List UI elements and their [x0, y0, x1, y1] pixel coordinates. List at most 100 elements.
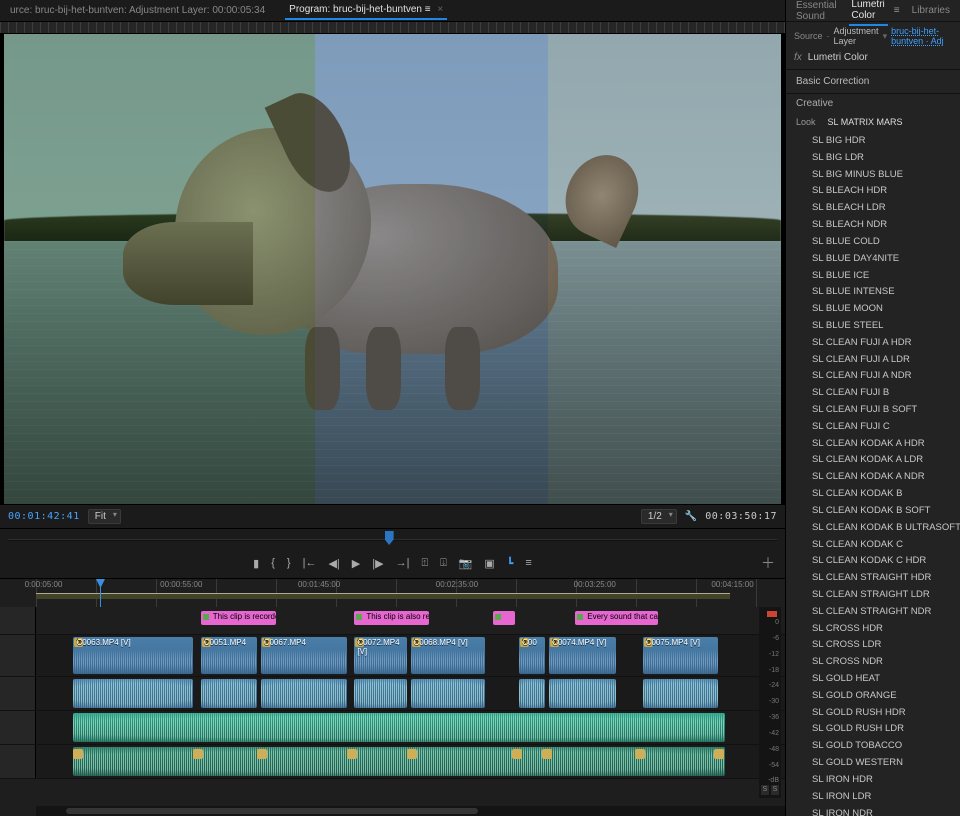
marker[interactable]: This clip is also rec	[354, 611, 429, 625]
lift-icon[interactable]: ⍐	[421, 557, 428, 570]
audio-clip[interactable]	[73, 747, 725, 776]
panel-menu-icon[interactable]: ≡	[425, 4, 431, 15]
program-monitor-canvas[interactable]	[4, 34, 781, 504]
look-selected-value[interactable]: SL MATRIX MARS	[828, 117, 903, 127]
look-item[interactable]: SL BLUE ICE	[806, 268, 960, 285]
zoom-dropdown[interactable]: Fit	[88, 509, 121, 524]
panel-menu-icon[interactable]: ≡	[894, 5, 900, 16]
a2-track-head[interactable]	[0, 711, 36, 744]
video-clip[interactable]: fxC00	[519, 637, 545, 674]
safe-margins-icon[interactable]: ┗	[507, 557, 514, 570]
look-item[interactable]: SL IRON NDR	[806, 806, 960, 816]
go-to-in-icon[interactable]: |←	[303, 557, 317, 569]
creative-section[interactable]: Creative	[786, 93, 960, 113]
video-clip[interactable]: fxC0072.MP4 [V]	[354, 637, 406, 674]
program-tab[interactable]: Program: bruc-bij-het-buntven ≡ ×	[285, 1, 447, 20]
video-clip[interactable]: fxC0075.MP4 [V]	[643, 637, 718, 674]
look-item[interactable]: SL BLUE INTENSE	[806, 284, 960, 301]
time-ruler[interactable]: 0:00:05:0000:00:55:0000:01:45:0000:02:35…	[0, 579, 785, 607]
look-item[interactable]: SL CLEAN KODAK A HDR	[806, 436, 960, 453]
look-item[interactable]: SL BIG LDR	[806, 150, 960, 167]
look-item[interactable]: SL GOLD TOBACCO	[806, 738, 960, 755]
look-item[interactable]: SL CLEAN KODAK A LDR	[806, 452, 960, 469]
look-item[interactable]: SL CROSS LDR	[806, 637, 960, 654]
look-item[interactable]: SL IRON LDR	[806, 789, 960, 806]
audio-clip[interactable]	[411, 679, 486, 708]
resolution-dropdown[interactable]: 1/2	[641, 509, 677, 524]
look-item[interactable]: SL CROSS HDR	[806, 621, 960, 638]
mark-in-button[interactable]: {	[271, 557, 275, 569]
a2-lane[interactable]	[36, 711, 785, 744]
monitor-scrubber[interactable]	[0, 528, 785, 548]
look-item[interactable]: SL GOLD RUSH LDR	[806, 721, 960, 738]
look-item[interactable]: SL CLEAN FUJI C	[806, 419, 960, 436]
timeline-scrollbar[interactable]	[36, 806, 785, 816]
look-item[interactable]: SL BLEACH HDR	[806, 183, 960, 200]
look-item[interactable]: SL GOLD RUSH HDR	[806, 705, 960, 722]
look-item[interactable]: SL CLEAN KODAK C HDR	[806, 553, 960, 570]
timeline-playhead[interactable]	[100, 579, 101, 607]
video-clip[interactable]: fxC0067.MP4	[261, 637, 347, 674]
audio-clip[interactable]	[549, 679, 616, 708]
look-item[interactable]: SL CLEAN STRAIGHT NDR	[806, 604, 960, 621]
audio-clip[interactable]	[354, 679, 406, 708]
a1-lane[interactable]	[36, 677, 785, 710]
sequence-link[interactable]: bruc-bij-het-buntven · Adj	[891, 26, 952, 46]
look-item[interactable]: SL BIG MINUS BLUE	[806, 167, 960, 184]
go-to-out-icon[interactable]: →|	[396, 557, 410, 569]
step-back-icon[interactable]: ◀|	[328, 557, 339, 570]
proxies-icon[interactable]: ≡	[525, 557, 531, 569]
mark-in-icon[interactable]: ▮	[253, 557, 259, 570]
look-item[interactable]: SL CLEAN FUJI B	[806, 385, 960, 402]
audio-clip[interactable]	[519, 679, 545, 708]
playhead-icon[interactable]	[385, 531, 394, 545]
look-item[interactable]: SL CLEAN KODAK B	[806, 486, 960, 503]
look-list[interactable]: SL BIG HDRSL BIG LDRSL BIG MINUS BLUESL …	[786, 131, 960, 816]
look-item[interactable]: SL BLEACH NDR	[806, 217, 960, 234]
audio-clip[interactable]	[73, 679, 193, 708]
look-item[interactable]: SL GOLD HEAT	[806, 671, 960, 688]
look-item[interactable]: SL CLEAN FUJI A HDR	[806, 335, 960, 352]
panel-tab-essential-sound[interactable]: Essential Sound	[794, 0, 839, 25]
video-clip[interactable]: fxC0068.MP4 [V]	[411, 637, 486, 674]
a1-track-head[interactable]	[0, 677, 36, 710]
audio-clip[interactable]	[73, 713, 725, 742]
video-clip[interactable]: fxC0051.MP4	[201, 637, 257, 674]
look-item[interactable]: SL BIG HDR	[806, 133, 960, 150]
v1-track-head[interactable]	[0, 635, 36, 676]
export-frame-icon[interactable]: 📷	[459, 557, 473, 570]
look-item[interactable]: SL CLEAN FUJI B SOFT	[806, 402, 960, 419]
playhead-timecode[interactable]: 00:01:42:41	[8, 511, 80, 522]
look-item[interactable]: SL CLEAN KODAK C	[806, 537, 960, 554]
solo-left[interactable]: S	[761, 785, 769, 795]
a3-track-head[interactable]	[0, 745, 36, 778]
look-item[interactable]: SL BLUE MOON	[806, 301, 960, 318]
work-area-bar[interactable]	[36, 593, 730, 599]
solo-right[interactable]: S	[771, 785, 779, 795]
look-item[interactable]: SL GOLD WESTERN	[806, 755, 960, 772]
panel-tab-libraries[interactable]: Libraries	[910, 2, 952, 19]
marker[interactable]: This clip is recorde	[201, 611, 276, 625]
look-item[interactable]: SL CLEAN STRAIGHT HDR	[806, 570, 960, 587]
look-item[interactable]: SL BLUE STEEL	[806, 318, 960, 335]
look-item[interactable]: SL CLEAN STRAIGHT LDR	[806, 587, 960, 604]
video-clip[interactable]: fxC0063.MP4 [V]	[73, 637, 193, 674]
comparison-view-icon[interactable]: ▣	[484, 557, 494, 570]
look-item[interactable]: SL CLEAN FUJI A LDR	[806, 352, 960, 369]
extract-icon[interactable]: ⍗	[440, 557, 447, 570]
marker[interactable]	[493, 611, 515, 625]
audio-clip[interactable]	[261, 679, 347, 708]
look-item[interactable]: SL GOLD ORANGE	[806, 688, 960, 705]
mark-out-button[interactable]: }	[287, 557, 291, 569]
v1-lane[interactable]: fxC0063.MP4 [V]fxC0051.MP4 fxC0067.MP4fx…	[36, 635, 785, 676]
source-tab[interactable]: urce: bruc-bij-het-buntven: Adjustment L…	[6, 2, 269, 19]
audio-clip[interactable]	[643, 679, 718, 708]
marker-track-head[interactable]	[0, 607, 36, 634]
close-icon[interactable]: ×	[437, 4, 443, 15]
settings-icon[interactable]: 🔧	[685, 511, 697, 522]
look-item[interactable]: SL CLEAN KODAK A NDR	[806, 469, 960, 486]
look-item[interactable]: SL BLUE DAY4NITE	[806, 251, 960, 268]
look-item[interactable]: SL BLEACH LDR	[806, 200, 960, 217]
basic-correction-section[interactable]: Basic Correction	[786, 69, 960, 93]
button-editor-icon[interactable]: ＋	[761, 553, 775, 573]
